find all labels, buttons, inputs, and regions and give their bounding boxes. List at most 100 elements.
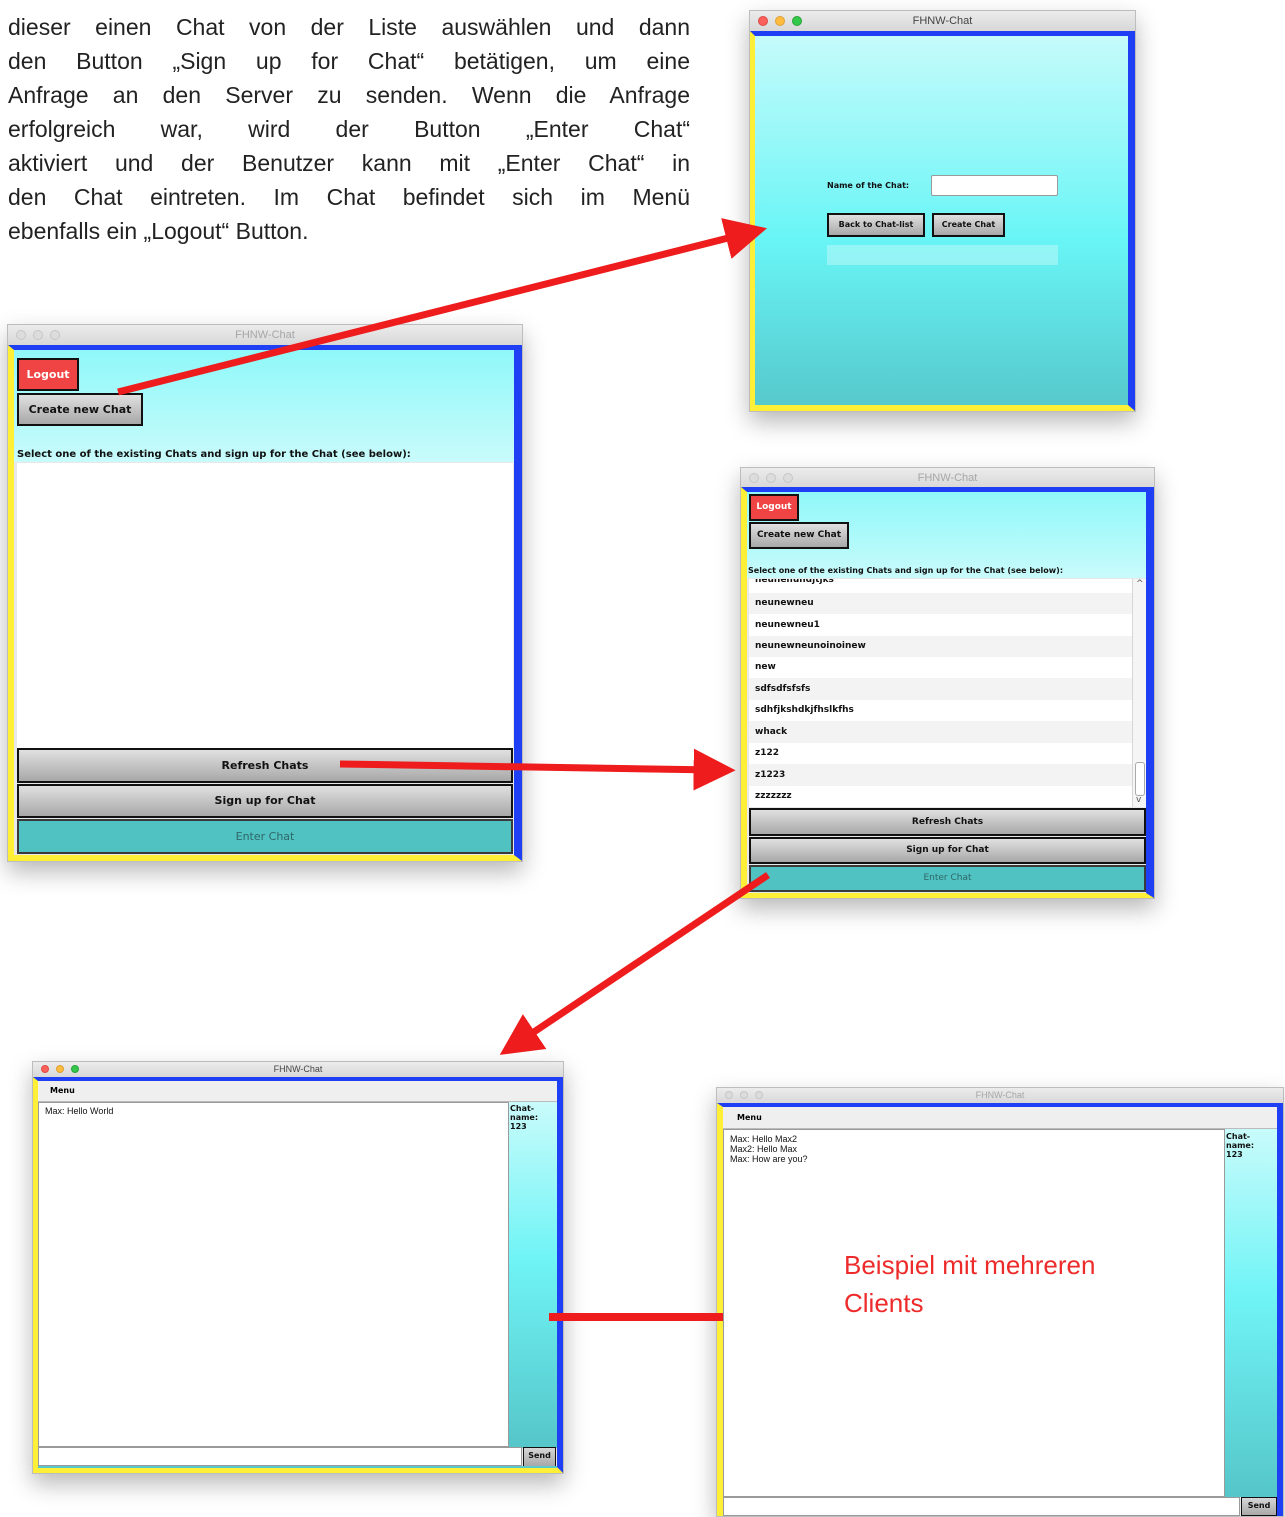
chat-list-item[interactable]: neunewneunoinoinew (749, 636, 1146, 657)
close-window-icon[interactable] (16, 330, 26, 340)
instruction-label: Select one of the existing Chats and sig… (17, 449, 411, 460)
minimize-window-icon[interactable] (740, 1091, 748, 1099)
chat-list-item[interactable]: z1223 (749, 764, 1146, 786)
chat-window-single: FHNW-Chat Menu Max: Hello World Chat-nam… (32, 1061, 564, 1474)
window-controls (16, 330, 60, 340)
window-controls (758, 16, 802, 26)
logout-button[interactable]: Logout (749, 494, 799, 521)
zoom-window-icon[interactable] (783, 473, 793, 483)
window-title: FHNW-Chat (912, 15, 973, 27)
message-line: Max2: Hello Max (730, 1144, 798, 1154)
bottom-strip (38, 1466, 557, 1468)
chat-name-label: Chat-name: (510, 1104, 539, 1122)
chat-list-scrollbar[interactable]: ^ v (1132, 579, 1146, 807)
window-title: FHNW-Chat (975, 1090, 1025, 1100)
chat-info-panel: Chat-name: 123 (509, 1102, 557, 1448)
arrow-enter-to-chat (499, 872, 770, 1055)
chat-list-item[interactable]: zzzzzzz (749, 786, 1146, 807)
window-controls (749, 473, 793, 483)
message-line: Max: Hello Max2 (730, 1134, 798, 1144)
minimize-window-icon[interactable] (766, 473, 776, 483)
chat-list-window-empty: FHNW-Chat Logout Create new Chat Select … (7, 324, 523, 862)
close-window-icon[interactable] (725, 1091, 733, 1099)
chat-list-item[interactable]: sdhfjkshdkjfhslkfhs (749, 700, 1146, 721)
window-titlebar: FHNW-Chat (717, 1088, 1283, 1104)
create-chat-window: FHNW-Chat Name of the Chat: Back to Chat… (749, 10, 1136, 412)
intro-line: ebenfalls ein „Logout“ Button. (8, 218, 309, 244)
message-input[interactable] (723, 1497, 1240, 1516)
message-line: Max: Hello World (45, 1106, 114, 1116)
intro-paragraph: dieser einen Chat von der Liste auswähle… (8, 10, 690, 248)
chat-list[interactable]: neunenundjtjks neunewneu neunewneu1 neun… (749, 579, 1146, 807)
chat-name-value: 123 (510, 1122, 527, 1131)
chat-list-item[interactable]: neunewneu1 (749, 614, 1146, 636)
send-button[interactable]: Send (523, 1447, 556, 1467)
zoom-window-icon[interactable] (755, 1091, 763, 1099)
chat-info-panel: Chat-name: 123 (1225, 1129, 1277, 1497)
create-new-chat-button[interactable]: Create new Chat (17, 393, 143, 426)
status-message-field (827, 245, 1058, 265)
minimize-window-icon[interactable] (775, 16, 785, 26)
window-controls (41, 1065, 79, 1073)
window-title: FHNW-Chat (273, 1064, 323, 1074)
minimize-window-icon[interactable] (56, 1065, 64, 1073)
chat-list-item[interactable]: new (749, 657, 1146, 678)
chat-name-label: Name of the Chat: (827, 181, 910, 190)
chat-name-label: Chat-name: (1226, 1132, 1255, 1150)
zoom-window-icon[interactable] (50, 330, 60, 340)
create-new-chat-button[interactable]: Create new Chat (749, 522, 849, 549)
close-window-icon[interactable] (41, 1065, 49, 1073)
annotation-text: Beispiel mit mehreren Clients (844, 1246, 1095, 1322)
refresh-chats-button[interactable]: Refresh Chats (749, 808, 1146, 836)
message-input[interactable] (38, 1447, 522, 1466)
chat-list-item[interactable]: z122 (749, 743, 1146, 764)
annotation-line: Beispiel mit mehreren (844, 1250, 1096, 1280)
menu-bar: Menu (38, 1081, 557, 1102)
chat-list[interactable] (17, 463, 513, 748)
close-window-icon[interactable] (749, 473, 759, 483)
annotation-line: Clients (844, 1288, 924, 1318)
logout-button[interactable]: Logout (17, 358, 79, 391)
menu-button[interactable]: Menu (38, 1086, 75, 1095)
intro-line: den Button „Sign up for Chat“ betätigen,… (8, 48, 690, 74)
minimize-window-icon[interactable] (33, 330, 43, 340)
menu-button[interactable]: Menu (723, 1113, 762, 1122)
scroll-down-icon[interactable]: v (1136, 795, 1141, 805)
create-chat-button[interactable]: Create Chat (932, 213, 1005, 237)
menu-bar: Menu (723, 1107, 1277, 1129)
chat-list-item[interactable]: neunewneu (749, 593, 1146, 614)
window-titlebar: FHNW-Chat (741, 468, 1154, 489)
sign-up-for-chat-button[interactable]: Sign up for Chat (17, 784, 513, 818)
window-title: FHNW-Chat (917, 472, 978, 484)
chat-name-value: 123 (1226, 1150, 1243, 1159)
close-window-icon[interactable] (758, 16, 768, 26)
sign-up-for-chat-button[interactable]: Sign up for Chat (749, 837, 1146, 864)
scrollbar-thumb[interactable] (1135, 762, 1145, 796)
chat-list-item[interactable]: whack (749, 721, 1146, 743)
zoom-window-icon[interactable] (792, 16, 802, 26)
intro-line: Anfrage an den Server zu senden. Wenn di… (8, 82, 690, 108)
window-titlebar: FHNW-Chat (8, 325, 522, 346)
window-controls (725, 1091, 763, 1099)
intro-line: den Chat eintreten. Im Chat befindet sic… (8, 184, 690, 210)
intro-line: aktiviert und der Benutzer kann mit „Ent… (8, 150, 690, 176)
intro-line: erfolgreich war, wird der Button „Enter … (8, 116, 690, 142)
window-titlebar: FHNW-Chat (33, 1062, 563, 1078)
send-button[interactable]: Send (1241, 1497, 1277, 1516)
window-title: FHNW-Chat (235, 329, 295, 341)
intro-line: dieser einen Chat von der Liste auswähle… (8, 14, 690, 40)
enter-chat-button[interactable]: Enter Chat (17, 819, 513, 854)
scroll-up-icon[interactable]: ^ (1136, 579, 1144, 589)
back-to-chat-list-button[interactable]: Back to Chat-list (827, 213, 925, 237)
refresh-chats-button[interactable]: Refresh Chats (17, 748, 513, 783)
message-line: Max: How are you? (730, 1154, 808, 1164)
enter-chat-button[interactable]: Enter Chat (749, 865, 1146, 892)
message-area[interactable]: Max: Hello World (38, 1102, 509, 1447)
instruction-label: Select one of the existing Chats and sig… (748, 566, 1064, 575)
chat-list-item[interactable]: neunenundjtjks (749, 579, 1146, 587)
chat-name-input[interactable] (931, 175, 1058, 196)
zoom-window-icon[interactable] (71, 1065, 79, 1073)
chat-list-item[interactable]: sdfsdfsfsfs (749, 678, 1146, 700)
window-titlebar: FHNW-Chat (750, 11, 1135, 32)
chat-list-window-filled: FHNW-Chat Logout Create new Chat Select … (740, 467, 1155, 899)
